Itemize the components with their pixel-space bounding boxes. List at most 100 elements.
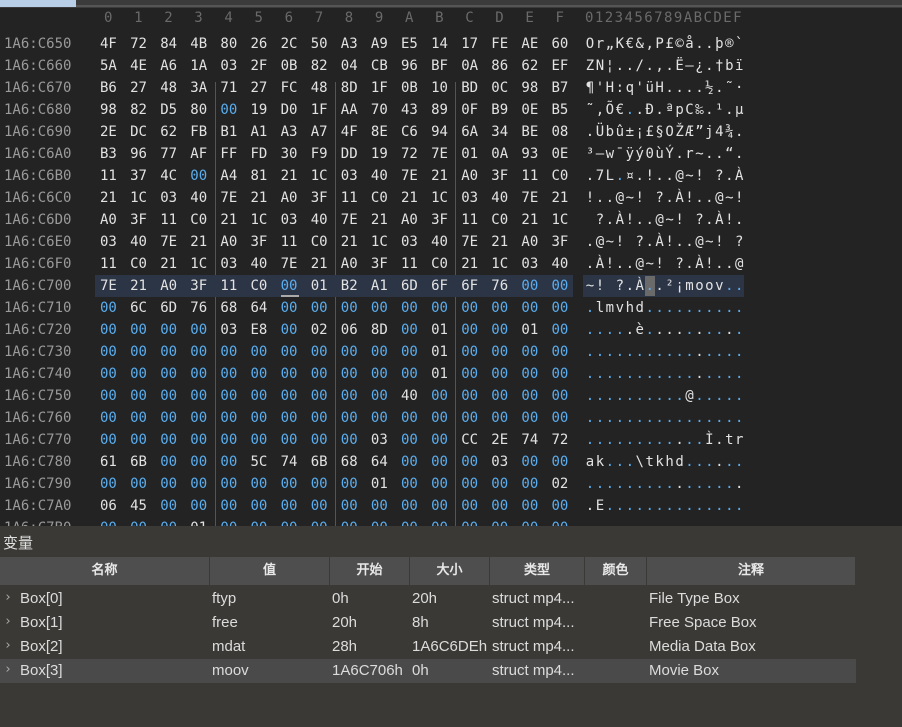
hex-byte[interactable]: 03: [341, 168, 358, 184]
ascii-char[interactable]: £: [665, 36, 675, 52]
ascii-char[interactable]: .: [685, 520, 695, 526]
hex-byte[interactable]: 00: [401, 344, 418, 360]
hex-byte[interactable]: 72: [401, 146, 418, 162]
hex-byte[interactable]: 03: [160, 190, 177, 206]
ascii-char[interactable]: .: [675, 520, 685, 526]
ascii-char[interactable]: .: [615, 432, 625, 448]
chevron-right-icon[interactable]: ›: [4, 659, 12, 681]
ascii-char[interactable]: .: [635, 388, 645, 404]
ascii-char[interactable]: ~: [625, 190, 635, 206]
hex-byte[interactable]: 00: [251, 498, 268, 514]
column-header-type[interactable]: 类型: [490, 557, 585, 585]
ascii-char[interactable]: h: [665, 454, 675, 470]
ascii-char[interactable]: †: [714, 58, 724, 74]
ascii-char[interactable]: ~: [704, 234, 714, 250]
table-row[interactable]: › Box[3] moov 1A6C706h 0h struct mp4... Movie …: [0, 659, 856, 683]
ascii-char[interactable]: À: [694, 256, 704, 272]
hex-byte[interactable]: 6A: [461, 124, 478, 140]
hex-byte[interactable]: 00: [461, 388, 478, 404]
hex-byte[interactable]: 00: [130, 344, 147, 360]
ascii-char[interactable]: .: [625, 102, 635, 118]
hex-byte[interactable]: 01: [431, 344, 448, 360]
hex-byte[interactable]: FF: [220, 146, 237, 162]
ascii-char[interactable]: .: [595, 344, 605, 360]
ascii-char[interactable]: .: [734, 124, 744, 140]
hex-byte[interactable]: 40: [311, 212, 328, 228]
hex-byte[interactable]: 11: [100, 256, 117, 272]
ascii-char[interactable]: .: [625, 410, 635, 426]
hex-byte[interactable]: 00: [190, 388, 207, 404]
ascii-char[interactable]: /: [635, 58, 645, 74]
hex-byte[interactable]: 96: [130, 146, 147, 162]
hex-byte[interactable]: 82: [130, 102, 147, 118]
hex-byte[interactable]: 00: [341, 476, 358, 492]
hex-byte[interactable]: 00: [281, 278, 298, 294]
hex-byte[interactable]: 00: [251, 388, 268, 404]
ascii-char[interactable]: .: [704, 190, 714, 206]
hex-byte[interactable]: 00: [431, 432, 448, 448]
ascii-char[interactable]: b: [724, 58, 734, 74]
ascii-char[interactable]: ˜: [724, 80, 734, 96]
ascii-char[interactable]: !: [615, 234, 625, 250]
hex-byte[interactable]: C0: [190, 212, 207, 228]
ascii-char[interactable]: !: [675, 212, 685, 228]
ascii-char[interactable]: .: [615, 366, 625, 382]
hex-byte[interactable]: 45: [130, 498, 147, 514]
ascii-char[interactable]: .: [605, 410, 615, 426]
hex-byte[interactable]: 00: [552, 300, 569, 316]
ascii-char[interactable]: !: [655, 256, 665, 272]
hex-byte[interactable]: 6F: [461, 278, 478, 294]
ascii-char[interactable]: .: [724, 168, 734, 184]
hex-byte[interactable]: 7E: [100, 278, 117, 294]
ascii-char[interactable]: €: [625, 36, 635, 52]
hex-byte[interactable]: 00: [190, 410, 207, 426]
hex-byte[interactable]: 00: [160, 410, 177, 426]
ascii-char[interactable]: .: [665, 80, 675, 96]
hex-byte[interactable]: 00: [521, 454, 538, 470]
hex-byte[interactable]: 21: [281, 168, 298, 184]
hex-byte[interactable]: AE: [521, 36, 538, 52]
hex-byte[interactable]: A0: [521, 234, 538, 250]
ascii-char[interactable]: .: [665, 300, 675, 316]
hex-byte[interactable]: 00: [401, 322, 418, 338]
ascii-char[interactable]: .: [675, 498, 685, 514]
ascii-char[interactable]: .: [694, 300, 704, 316]
hex-byte[interactable]: 81: [251, 168, 268, 184]
ascii-char[interactable]: .: [704, 388, 714, 404]
ascii-char[interactable]: @: [675, 168, 685, 184]
hex-byte[interactable]: DC: [130, 124, 147, 140]
ascii-char[interactable]: .: [645, 300, 655, 316]
hex-byte[interactable]: 00: [341, 366, 358, 382]
ascii-char[interactable]: !: [724, 212, 734, 228]
ascii-char[interactable]: ?: [694, 212, 704, 228]
ascii-char[interactable]: Z: [585, 58, 595, 74]
hex-byte[interactable]: 00: [190, 454, 207, 470]
ascii-char[interactable]: .: [645, 234, 655, 250]
ascii-char[interactable]: .: [694, 190, 704, 206]
ascii-char[interactable]: .: [694, 410, 704, 426]
hex-byte[interactable]: 01: [521, 322, 538, 338]
ascii-char[interactable]: .: [645, 520, 655, 526]
hex-byte[interactable]: 76: [491, 278, 508, 294]
ascii-char[interactable]: .: [675, 234, 685, 250]
ascii-char[interactable]: d: [635, 300, 645, 316]
ascii-char[interactable]: !: [685, 190, 695, 206]
hex-byte[interactable]: 00: [371, 300, 388, 316]
ascii-char[interactable]: o: [704, 278, 714, 294]
ascii-char[interactable]: .: [665, 520, 675, 526]
ascii-char[interactable]: .: [655, 520, 665, 526]
ascii-char[interactable]: .: [714, 344, 724, 360]
ascii-char[interactable]: .: [605, 454, 615, 470]
ascii-char[interactable]: @: [615, 190, 625, 206]
ascii-char[interactable]: `: [734, 36, 744, 52]
ascii-char[interactable]: C: [685, 102, 695, 118]
hex-byte[interactable]: 00: [552, 498, 569, 514]
ascii-char[interactable]: .: [734, 300, 744, 316]
ascii-char[interactable]: .: [665, 322, 675, 338]
column-header-value[interactable]: 值: [210, 557, 330, 585]
ascii-char[interactable]: À: [635, 278, 645, 294]
ascii-char[interactable]: .: [605, 322, 615, 338]
hex-byte[interactable]: 6D: [160, 300, 177, 316]
ascii-char[interactable]: !: [694, 168, 704, 184]
ascii-char[interactable]: „: [605, 36, 615, 52]
